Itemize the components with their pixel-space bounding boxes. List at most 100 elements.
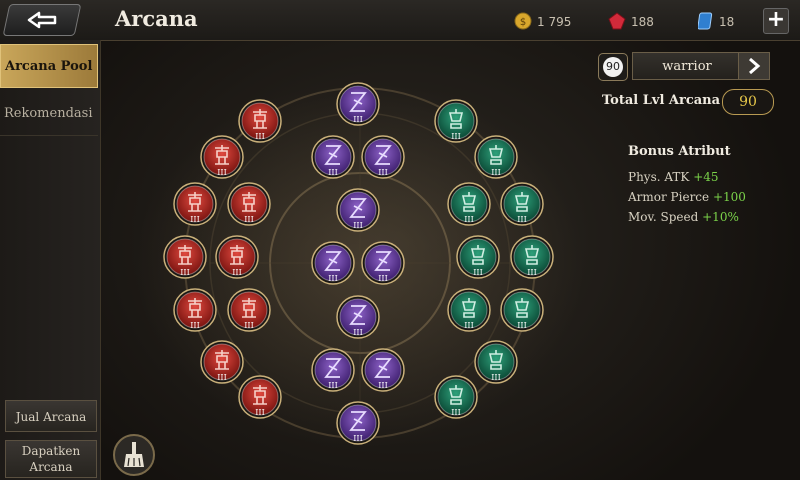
gold-value: 1 795 <box>537 15 572 29</box>
hero-name: warrior <box>662 59 712 74</box>
arcana-level-mark: III <box>328 274 337 283</box>
arcana-level-mark: III <box>517 215 526 224</box>
arcana-level-mark: III <box>451 132 460 141</box>
get-arcana-button[interactable]: Dapatken Arcana <box>5 440 97 478</box>
red-arcana-slot[interactable]: III <box>173 182 217 226</box>
arcana-level-mark: III <box>527 268 536 277</box>
arcana-level-mark: III <box>244 215 253 224</box>
attribute-name: Armor Pierce <box>628 190 710 204</box>
attribute-name: Phys. ATK <box>628 170 690 184</box>
top-bar: Arcana $ 1 795 188 18 + <box>0 0 800 41</box>
total-arcana-value: 90 <box>722 89 774 115</box>
arcana-level-mark: III <box>491 168 500 177</box>
arcana-level-mark: III <box>451 408 460 417</box>
green-arcana-slot[interactable]: III <box>456 235 500 279</box>
arcana-level-mark: III <box>232 268 241 277</box>
tab-rekomendasi[interactable]: Rekomendasi <box>0 92 98 136</box>
arcana-level-mark: III <box>353 221 362 230</box>
attribute-row: Mov. Speed +10% <box>628 210 739 224</box>
purple-arcana-slot[interactable]: III <box>336 82 380 126</box>
red-arcana-slot[interactable]: III <box>163 235 207 279</box>
red-gem-icon <box>608 12 626 33</box>
arcana-level-mark: III <box>473 268 482 277</box>
arcana-level-mark: III <box>180 268 189 277</box>
arcana-level-mark: III <box>464 321 473 330</box>
get-arcana-label-line1: Dapatken <box>21 444 81 458</box>
arcana-level-mark: III <box>517 321 526 330</box>
green-arcana-slot[interactable]: III <box>500 182 544 226</box>
get-arcana-label-line2: Arcana <box>29 460 73 474</box>
purple-arcana-slot[interactable]: III <box>361 241 405 285</box>
back-arrow-icon <box>27 11 57 29</box>
red-arcana-slot[interactable]: III <box>173 288 217 332</box>
green-arcana-slot[interactable]: III <box>474 340 518 384</box>
arcana-level-mark: III <box>353 328 362 337</box>
green-arcana-slot[interactable]: III <box>434 99 478 143</box>
green-arcana-slot[interactable]: III <box>510 235 554 279</box>
gem-value: 188 <box>631 15 654 29</box>
attribute-value: +45 <box>693 170 719 184</box>
red-arcana-slot[interactable]: III <box>227 288 271 332</box>
green-arcana-slot[interactable]: III <box>447 182 491 226</box>
tab-arcana-pool[interactable]: Arcana Pool <box>0 44 98 88</box>
purple-arcana-slot[interactable]: III <box>361 348 405 392</box>
arcana-level-mark: III <box>244 321 253 330</box>
arcana-level-mark: III <box>255 132 264 141</box>
attribute-value: +100 <box>712 190 746 204</box>
hero-selector[interactable]: warrior <box>632 52 770 80</box>
purple-arcana-slot[interactable]: III <box>311 241 355 285</box>
voucher-value: 18 <box>719 15 735 29</box>
chevron-right-icon[interactable] <box>738 53 769 79</box>
red-arcana-slot[interactable]: III <box>238 375 282 419</box>
arcana-level-mark: III <box>491 373 500 382</box>
arcana-level-mark: III <box>378 274 387 283</box>
page-title: Arcana <box>115 6 198 31</box>
arcana-level-mark: III <box>190 215 199 224</box>
arcana-board: III III III III III III III III III III III III III I… <box>163 82 554 445</box>
arcana-level-mark: III <box>353 115 362 124</box>
red-arcana-slot[interactable]: III <box>238 99 282 143</box>
arcana-level-mark: III <box>353 434 362 443</box>
red-arcana-slot[interactable]: III <box>200 340 244 384</box>
attribute-row: Phys. ATK +45 <box>628 170 719 184</box>
purple-arcana-slot[interactable]: III <box>311 348 355 392</box>
green-arcana-slot[interactable]: III <box>474 135 518 179</box>
hero-level-value: 90 <box>603 57 623 77</box>
hero-level-badge: 90 <box>598 53 628 81</box>
sell-arcana-button[interactable]: Jual Arcana <box>5 400 97 432</box>
add-currency-button[interactable]: + <box>763 8 789 34</box>
sell-arcana-label: Jual Arcana <box>15 410 87 424</box>
total-arcana-label: Total Lvl Arcana <box>602 93 721 108</box>
gem-counter: 188 <box>608 12 654 33</box>
arcana-level-mark: III <box>328 168 337 177</box>
green-arcana-slot[interactable]: III <box>434 375 478 419</box>
arcana-level-mark: III <box>190 321 199 330</box>
green-arcana-slot[interactable]: III <box>500 288 544 332</box>
purple-arcana-slot[interactable]: III <box>311 135 355 179</box>
arcana-level-mark: III <box>378 168 387 177</box>
green-arcana-slot[interactable]: III <box>447 288 491 332</box>
voucher-icon <box>697 12 714 33</box>
arcana-level-mark: III <box>328 381 337 390</box>
purple-arcana-slot[interactable]: III <box>336 401 380 445</box>
red-arcana-slot[interactable]: III <box>215 235 259 279</box>
red-arcana-slot[interactable]: III <box>200 135 244 179</box>
attribute-row: Armor Pierce +100 <box>628 190 746 204</box>
purple-arcana-slot[interactable]: III <box>336 295 380 339</box>
gold-counter: $ 1 795 <box>514 12 571 33</box>
bonus-title: Bonus Atribut <box>628 144 731 159</box>
arcana-level-mark: III <box>217 168 226 177</box>
svg-text:$: $ <box>520 17 526 28</box>
red-arcana-slot[interactable]: III <box>227 182 271 226</box>
purple-arcana-slot[interactable]: III <box>361 135 405 179</box>
voucher-counter: 18 <box>697 12 735 33</box>
arcana-level-mark: III <box>217 373 226 382</box>
back-button[interactable] <box>2 4 82 36</box>
purple-arcana-slot[interactable]: III <box>336 188 380 232</box>
arcana-level-mark: III <box>255 408 264 417</box>
attribute-name: Mov. Speed <box>628 210 699 224</box>
arcana-level-mark: III <box>378 381 387 390</box>
arcana-level-mark: III <box>464 215 473 224</box>
sidebar: Arcana Pool Rekomendasi Jual Arcana Dapa… <box>0 40 101 480</box>
gold-coin-icon: $ <box>514 12 532 33</box>
